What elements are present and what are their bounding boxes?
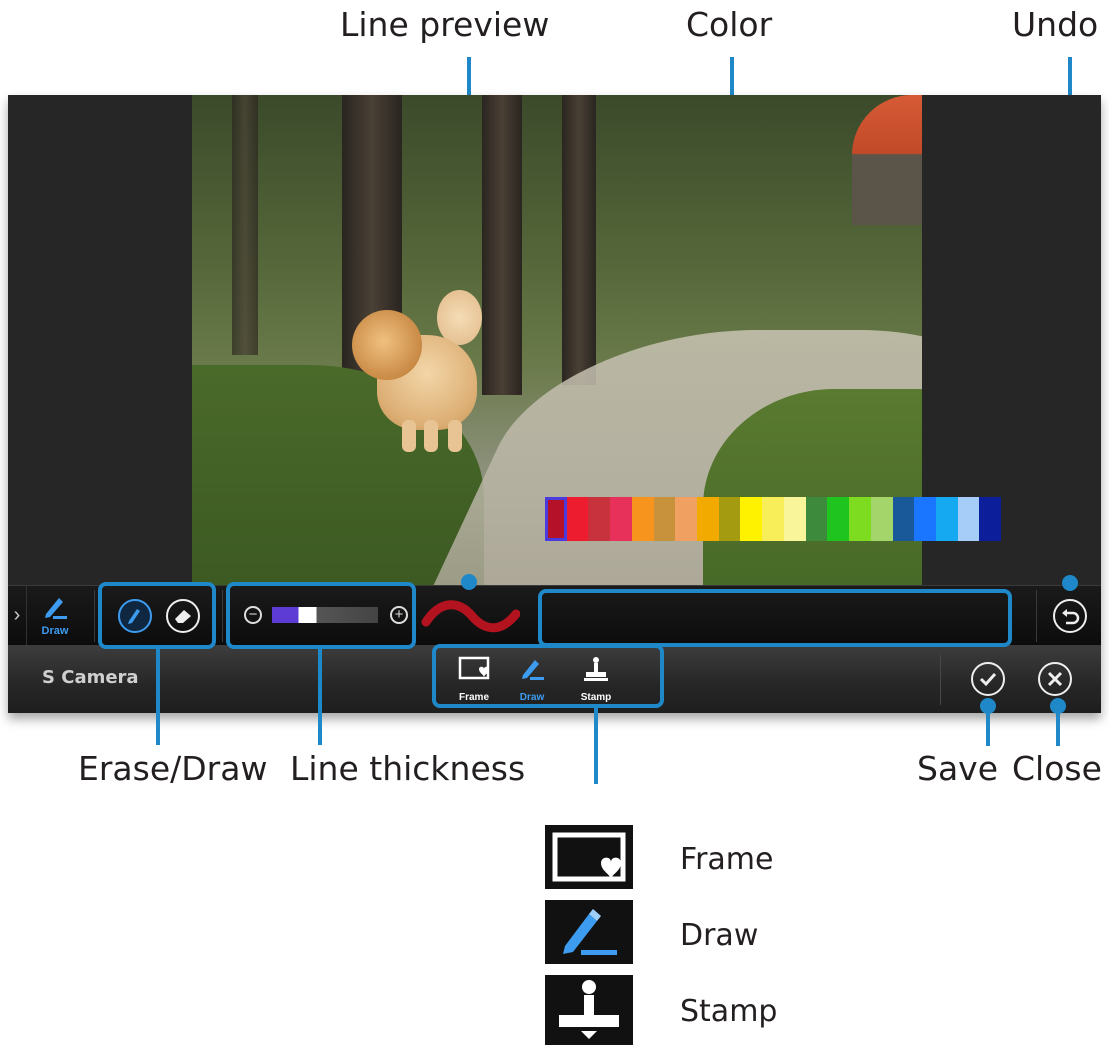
- color-callout: Color: [686, 5, 773, 44]
- undo-button[interactable]: [1053, 599, 1087, 633]
- undo-icon: [1062, 609, 1080, 625]
- legend-stamp-icon: [545, 975, 633, 1045]
- line-thickness-highlight: [226, 582, 416, 649]
- draw-mode-indicator[interactable]: Draw: [30, 592, 80, 642]
- save-button[interactable]: [971, 662, 1005, 696]
- line-preview-dot: [461, 574, 477, 590]
- line-thickness-leader: [318, 649, 322, 745]
- stamp-icon: [559, 980, 619, 1039]
- line-preview-stroke: [421, 600, 520, 633]
- color-swatch[interactable]: [827, 497, 850, 541]
- color-swatch[interactable]: [675, 497, 698, 541]
- close-callout: Close: [1012, 749, 1102, 788]
- color-swatch[interactable]: [762, 497, 784, 541]
- dog-photo-subject: [352, 290, 482, 455]
- expand-chevron-icon[interactable]: ›: [8, 586, 27, 646]
- line-thickness-callout: Line thickness: [290, 749, 526, 788]
- color-swatch[interactable]: [979, 497, 1002, 541]
- legend-draw-label: Draw: [680, 918, 759, 953]
- legend-stamp-label: Stamp: [680, 994, 778, 1029]
- background-hut: [852, 95, 922, 225]
- save-leader: [986, 706, 990, 746]
- app-title: S Camera: [42, 667, 139, 688]
- color-swatch[interactable]: [718, 497, 741, 541]
- color-swatch[interactable]: [631, 497, 654, 541]
- color-swatch[interactable]: [935, 497, 958, 541]
- erase-draw-callout: Erase/Draw: [78, 749, 268, 788]
- color-swatch[interactable]: [697, 497, 719, 541]
- frame-icon: [552, 832, 626, 882]
- color-swatch[interactable]: [849, 497, 871, 541]
- close-leader: [1056, 706, 1060, 746]
- color-swatch[interactable]: [805, 497, 828, 541]
- check-icon: [979, 672, 997, 687]
- color-swatch[interactable]: [870, 497, 893, 541]
- pen-icon: [563, 909, 617, 955]
- undo-dot: [1062, 575, 1078, 591]
- color-swatch[interactable]: [566, 497, 589, 541]
- save-callout: Save: [917, 749, 999, 788]
- bottom-tabs-highlight: [432, 644, 664, 708]
- color-swatch[interactable]: [740, 497, 763, 541]
- line-preview-callout: Line preview: [340, 5, 550, 44]
- draw-mode-label: Draw: [41, 625, 69, 637]
- color-swatch[interactable]: [914, 497, 936, 541]
- legend-draw-icon: [545, 900, 633, 964]
- color-swatch[interactable]: [957, 497, 980, 541]
- undo-callout: Undo: [1012, 5, 1099, 44]
- color-palette: [545, 497, 1002, 541]
- color-swatch[interactable]: [892, 497, 915, 541]
- legend-frame-label: Frame: [680, 842, 774, 877]
- color-swatch[interactable]: [588, 497, 611, 541]
- color-swatch[interactable]: [653, 497, 676, 541]
- close-button[interactable]: [1038, 662, 1072, 696]
- legend-frame-icon: [545, 825, 633, 889]
- erase-draw-highlight: [98, 582, 216, 649]
- bottom-tabs-leader: [594, 708, 598, 784]
- color-swatch[interactable]: [610, 497, 632, 541]
- color-swatch[interactable]: [545, 497, 567, 541]
- erase-draw-leader: [156, 649, 160, 745]
- color-swatch[interactable]: [783, 497, 806, 541]
- color-palette-highlight: [538, 589, 1012, 647]
- pen-icon: [45, 598, 67, 619]
- close-icon: [1047, 671, 1063, 687]
